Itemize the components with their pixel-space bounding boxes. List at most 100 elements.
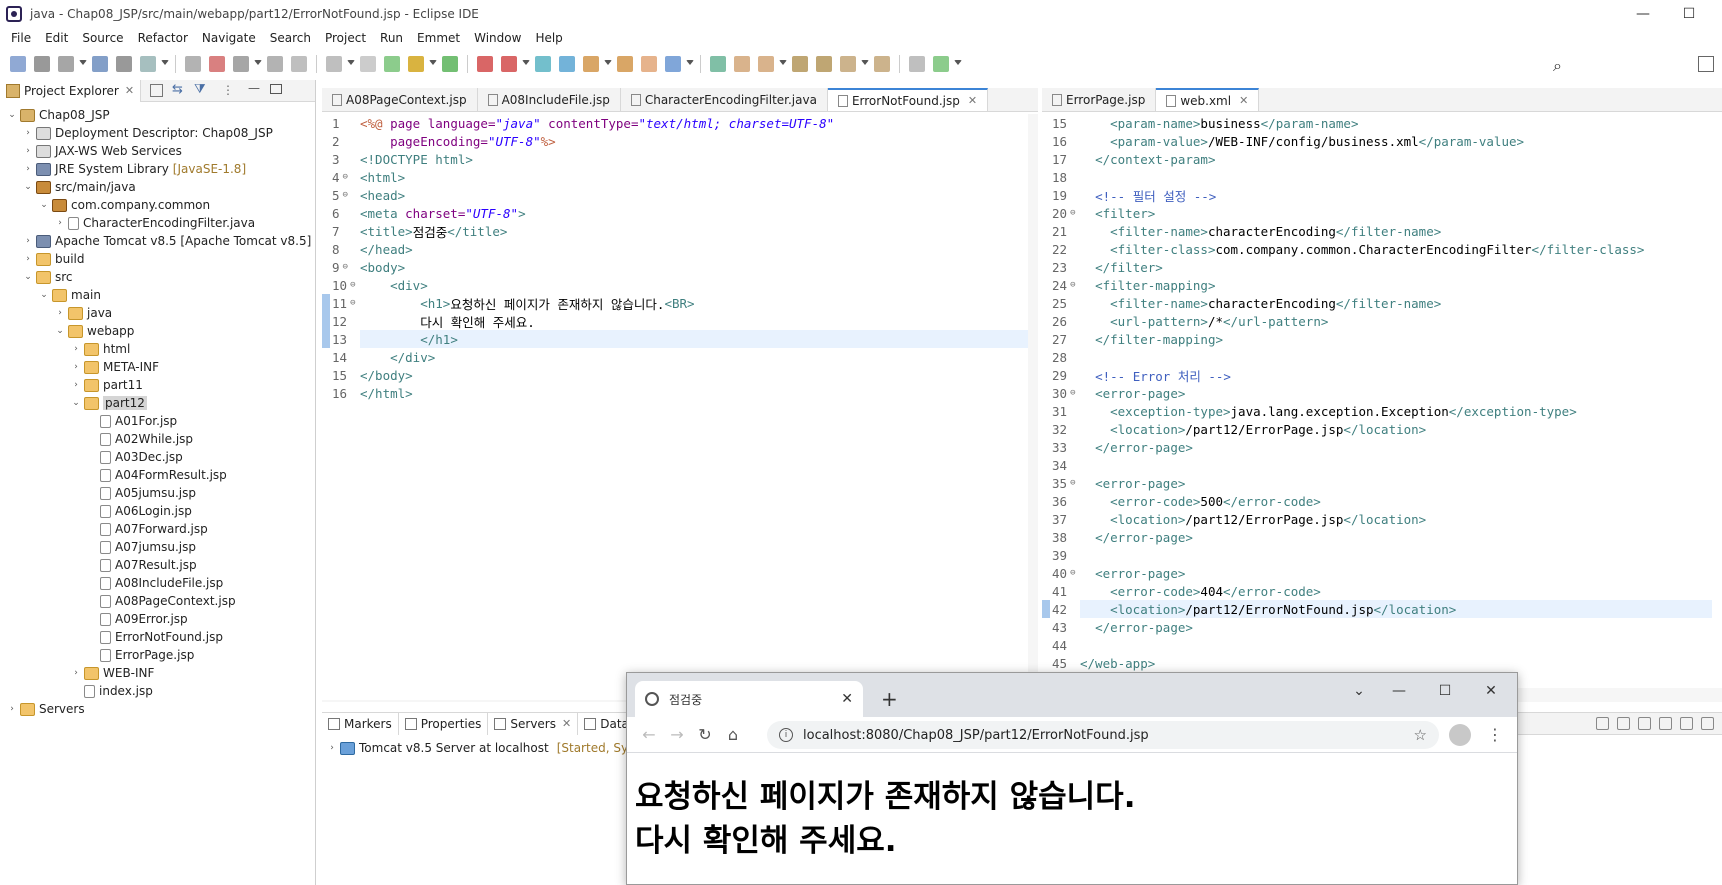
minimize-view-icon[interactable]: — xyxy=(248,81,260,95)
forward-icon[interactable]: → xyxy=(663,725,691,744)
minimize-button[interactable]: — xyxy=(1379,679,1419,703)
fold-toggle-icon[interactable]: ⊖ xyxy=(1070,388,1075,398)
tree-item[interactable]: › JAX-WS Web Services xyxy=(0,142,315,160)
tree-item[interactable]: A04FormResult.jsp xyxy=(0,466,315,484)
browser-tab[interactable]: 점검중 ✕ xyxy=(635,681,863,717)
toolbar-button-icon[interactable] xyxy=(267,56,283,72)
open-perspective-icon[interactable] xyxy=(1698,56,1714,72)
toolbar-button-icon[interactable] xyxy=(933,56,949,72)
toolbar-button-icon[interactable] xyxy=(408,56,424,72)
toolbar-button-icon[interactable] xyxy=(116,56,132,72)
chevron-right-icon[interactable]: › xyxy=(70,667,82,679)
fold-toggle-icon[interactable]: ⊖ xyxy=(1070,208,1075,218)
menu-search[interactable]: Search xyxy=(263,31,318,45)
chevron-right-icon[interactable]: › xyxy=(6,703,18,715)
view-menu-icon[interactable]: ⋮ xyxy=(222,83,234,97)
info-icon[interactable]: i xyxy=(779,728,793,742)
collapse-all-icon[interactable] xyxy=(150,84,163,97)
fold-toggle-icon[interactable]: ⊖ xyxy=(1070,280,1075,290)
tree-item[interactable]: › JRE System Library [JavaSE-1.8] xyxy=(0,160,315,178)
editor-tab[interactable]: CharacterEncodingFilter.java xyxy=(620,88,828,111)
tree-item[interactable]: › Servers xyxy=(0,700,315,718)
toolbar-button-icon[interactable] xyxy=(209,56,225,72)
tree-item[interactable]: › part11 xyxy=(0,376,315,394)
tree-item[interactable]: ErrorPage.jsp xyxy=(0,646,315,664)
fold-toggle-icon[interactable]: ⊖ xyxy=(343,172,348,182)
menu-window[interactable]: Window xyxy=(467,31,528,45)
tree-item[interactable]: ⌄ com.company.common xyxy=(0,196,315,214)
menu-file[interactable]: File xyxy=(4,31,38,45)
fold-toggle-icon[interactable]: ⊖ xyxy=(350,280,355,290)
chevron-right-icon[interactable]: › xyxy=(54,217,66,229)
tree-item[interactable]: A03Dec.jsp xyxy=(0,448,315,466)
maximize-button[interactable]: ☐ xyxy=(1425,679,1465,703)
toolbar-button-icon[interactable] xyxy=(34,56,50,72)
toolbar-button-icon[interactable] xyxy=(233,56,249,72)
chevron-down-icon[interactable] xyxy=(161,60,169,68)
toolbar-button-icon[interactable] xyxy=(58,56,74,72)
menu-navigate[interactable]: Navigate xyxy=(195,31,263,45)
maximize-view-icon[interactable] xyxy=(270,84,282,94)
menu-help[interactable]: Help xyxy=(528,31,569,45)
toolbar-button-icon[interactable] xyxy=(92,56,108,72)
tree-item[interactable]: › META-INF xyxy=(0,358,315,376)
chevron-right-icon[interactable]: › xyxy=(54,307,66,319)
browser-menu-icon[interactable]: ⋮ xyxy=(1487,725,1503,744)
tree-item[interactable]: › html xyxy=(0,340,315,358)
toolbar-button-icon[interactable] xyxy=(477,56,493,72)
tree-item[interactable]: A08PageContext.jsp xyxy=(0,592,315,610)
bookmark-star-icon[interactable]: ☆ xyxy=(1414,726,1427,744)
close-button[interactable]: ✕ xyxy=(1471,679,1511,703)
toolbar-button-icon[interactable] xyxy=(326,56,342,72)
toolbar-button-icon[interactable] xyxy=(185,56,201,72)
tree-item[interactable]: ⌄ webapp xyxy=(0,322,315,340)
chevron-down-icon[interactable] xyxy=(254,60,262,68)
search-icon[interactable]: ⌕ xyxy=(1553,56,1562,76)
server-row[interactable]: › Tomcat v8.5 Server at localhost [Start… xyxy=(326,741,662,755)
chevron-down-icon[interactable]: ⌄ xyxy=(38,199,50,211)
toolbar-button-icon[interactable] xyxy=(617,56,633,72)
toolbar-button-icon[interactable] xyxy=(641,56,657,72)
chevron-down-icon[interactable] xyxy=(604,60,612,68)
tree-item[interactable]: ⌄ src/main/java xyxy=(0,178,315,196)
toolbar-button-icon[interactable] xyxy=(140,56,156,72)
tree-item[interactable]: A01For.jsp xyxy=(0,412,315,430)
fold-toggle-icon[interactable]: ⊖ xyxy=(1070,478,1075,488)
tree-item[interactable]: › Deployment Descriptor: Chap08_JSP xyxy=(0,124,315,142)
toolbar-button-icon[interactable] xyxy=(384,56,400,72)
vertical-scrollbar[interactable] xyxy=(1028,114,1038,694)
chevron-down-icon[interactable] xyxy=(79,60,87,68)
menu-project[interactable]: Project xyxy=(318,31,373,45)
address-bar[interactable]: i localhost:8080/Chap08_JSP/part12/Error… xyxy=(767,721,1439,749)
chevron-down-icon[interactable]: ⌄ xyxy=(70,397,82,409)
chevron-right-icon[interactable]: › xyxy=(22,145,34,157)
editor-tab[interactable]: web.xml ✕ xyxy=(1156,88,1260,111)
fold-toggle-icon[interactable]: ⊖ xyxy=(350,298,355,308)
toolbar-button-icon[interactable] xyxy=(501,56,517,72)
chevron-right-icon[interactable]: › xyxy=(22,235,34,247)
tab-search-icon[interactable]: ⌄ xyxy=(1339,679,1379,703)
toolbar-button-icon[interactable] xyxy=(816,56,832,72)
toolbar-button-icon[interactable] xyxy=(874,56,890,72)
toolbar-button-icon[interactable] xyxy=(291,56,307,72)
toolbar-button-icon[interactable] xyxy=(583,56,599,72)
tree-item[interactable]: A08IncludeFile.jsp xyxy=(0,574,315,592)
editor-tab[interactable]: ErrorNotFound.jsp ✕ xyxy=(827,88,989,111)
tree-item[interactable]: A05jumsu.jsp xyxy=(0,484,315,502)
chevron-down-icon[interactable] xyxy=(686,60,694,68)
stop-server-icon[interactable] xyxy=(1659,717,1672,730)
toolbar-button-icon[interactable] xyxy=(442,56,458,72)
chevron-down-icon[interactable] xyxy=(429,60,437,68)
editor-tab[interactable]: A08PageContext.jsp xyxy=(322,88,478,111)
tab-project-explorer[interactable]: Project Explorer ✕ xyxy=(0,79,142,102)
chevron-down-icon[interactable]: ⌄ xyxy=(38,289,50,301)
profile-server-icon[interactable] xyxy=(1638,717,1651,730)
reload-icon[interactable]: ↻ xyxy=(691,725,719,744)
publish-icon[interactable] xyxy=(1680,717,1693,730)
editor-tab[interactable]: ErrorPage.jsp xyxy=(1042,88,1157,111)
chevron-right-icon[interactable]: › xyxy=(70,361,82,373)
tree-item[interactable]: A07jumsu.jsp xyxy=(0,538,315,556)
tree-item[interactable]: ⌄ src xyxy=(0,268,315,286)
close-icon[interactable]: ✕ xyxy=(125,84,134,97)
close-icon[interactable]: ✕ xyxy=(562,717,571,730)
